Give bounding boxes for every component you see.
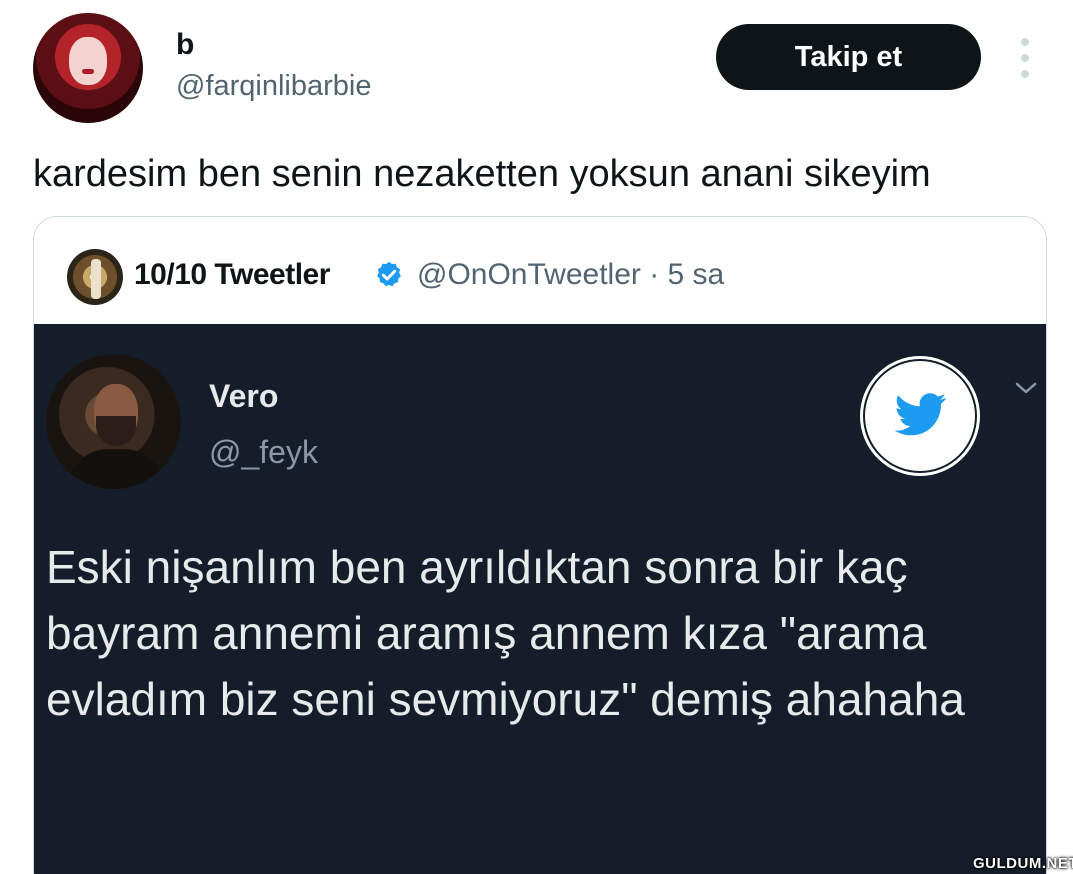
site-watermark: GULDUM.NET	[973, 855, 1073, 872]
more-dot	[1021, 38, 1029, 46]
quoted-media-image[interactable]: Vero @_feyk Eski nişanlım ben ayrıldıkta…	[34, 324, 1046, 874]
quoted-author-avatar[interactable]	[67, 249, 123, 305]
inner-avatar	[46, 354, 181, 489]
inner-avatar-body	[68, 449, 164, 489]
more-vertical-icon[interactable]	[1010, 38, 1040, 78]
inner-handle: @_feyk	[209, 434, 318, 470]
inner-avatar-beard	[96, 416, 136, 446]
quoted-tweet-card[interactable]: 10/10 Tweetler @OnOnTweetler · 5 sa Vero…	[33, 216, 1047, 874]
tweet-text: kardesim ben senin nezaketten yoksun ana…	[33, 153, 931, 195]
avatar-figure	[91, 259, 101, 299]
more-dot	[1021, 70, 1029, 78]
follow-button[interactable]: Takip et	[716, 24, 981, 90]
author-display-name[interactable]: b	[176, 27, 194, 63]
author-avatar[interactable]	[33, 13, 143, 123]
quoted-author-name[interactable]: 10/10 Tweetler	[134, 255, 330, 295]
inner-display-name: Vero	[209, 378, 279, 414]
verified-badge-icon	[377, 261, 401, 287]
more-dot	[1021, 54, 1029, 62]
author-handle[interactable]: @farqinlibarbie	[176, 68, 371, 104]
avatar-face	[69, 37, 107, 85]
media-body-text: Eski nişanlım ben ayrıldıktan sonra bir …	[46, 541, 965, 725]
chevron-down-icon[interactable]	[1014, 380, 1038, 396]
avatar-lip	[82, 69, 94, 74]
twitter-bird-icon	[860, 356, 980, 476]
quoted-handle-time[interactable]: @OnOnTweetler · 5 sa	[417, 255, 724, 295]
